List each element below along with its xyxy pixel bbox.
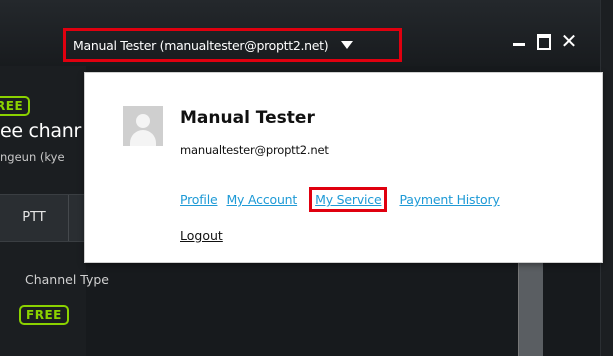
user-name: Manual Tester [180, 108, 315, 128]
payment-history-link[interactable]: Payment History [399, 192, 499, 207]
tab-ptt[interactable]: PTT [0, 195, 69, 241]
caret-down-icon [341, 41, 354, 49]
free-badge: REE [0, 96, 31, 116]
title-bar: Manual Tester (manualtester@proptt2.net)… [0, 0, 600, 66]
account-popup: Manual Tester manualtester@proptt2.net P… [84, 72, 603, 263]
channel-owner: ngeun (kye [0, 150, 65, 164]
avatar-body-icon [130, 130, 156, 146]
avatar [123, 106, 163, 146]
channel-name: ee chanr [0, 120, 82, 142]
account-menu-button[interactable]: Manual Tester (manualtester@proptt2.net) [63, 28, 402, 62]
window-controls: ✕ [508, 28, 583, 54]
account-links: Profile My Account My Service Payment Hi… [180, 187, 500, 212]
channel-type-free-badge: FREE [19, 305, 69, 325]
profile-link[interactable]: Profile [180, 192, 218, 207]
channel-type-label: Channel Type [25, 272, 110, 287]
minimize-icon[interactable] [508, 30, 530, 52]
my-service-link[interactable]: My Service [309, 187, 388, 212]
user-email: manualtester@proptt2.net [180, 143, 329, 157]
close-icon[interactable]: ✕ [558, 30, 580, 52]
scrollbar[interactable] [518, 262, 543, 356]
logout-link[interactable]: Logout [180, 228, 223, 243]
account-menu-label: Manual Tester (manualtester@proptt2.net) [73, 37, 329, 53]
maximize-icon[interactable] [533, 30, 555, 52]
my-account-link[interactable]: My Account [226, 192, 297, 207]
avatar-head-icon [136, 114, 150, 128]
